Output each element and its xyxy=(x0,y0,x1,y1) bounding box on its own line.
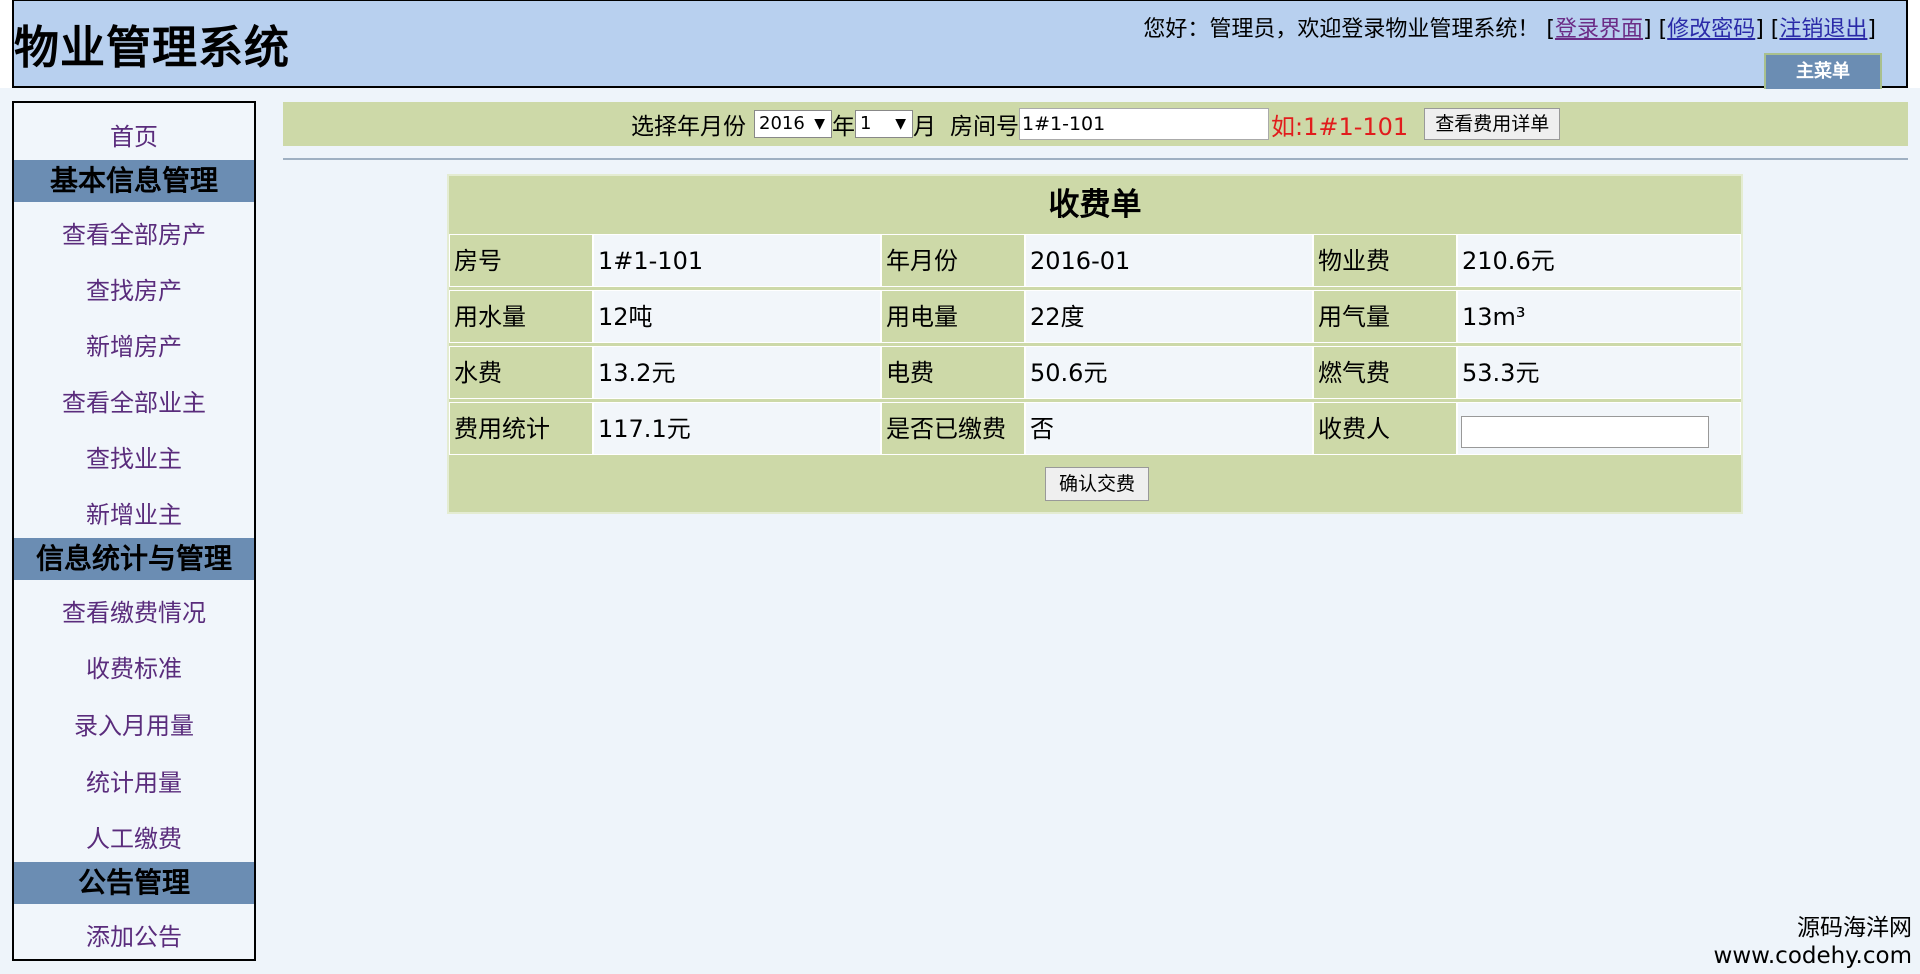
sidebar-item-all-owners[interactable]: 查看全部业主 xyxy=(14,383,254,418)
change-password-link[interactable]: 修改密码 xyxy=(1667,17,1755,42)
bill-label: 用气量 xyxy=(1313,290,1457,343)
sidebar-section-basic-info: 基本信息管理 xyxy=(14,160,254,202)
view-fee-details-button[interactable]: 查看费用详单 xyxy=(1424,108,1561,140)
room-number-input[interactable]: 1#1-101 xyxy=(1019,108,1269,140)
welcome-line: 您好：管理员，欢迎登录物业管理系统！ [登录界面] [修改密码] [注销退出] xyxy=(1143,17,1876,42)
bill-value: 53.3元 xyxy=(1457,346,1741,399)
logout-link[interactable]: 注销退出 xyxy=(1779,17,1867,42)
bill-label: 电费 xyxy=(881,346,1025,399)
sidebar: 首页 基本信息管理 查看全部房产 查找房产 新增房产 查看全部业主 查找业主 新… xyxy=(12,101,256,961)
bill-label: 燃气费 xyxy=(1313,346,1457,399)
sidebar-item-home[interactable]: 首页 xyxy=(14,117,254,152)
watermark-line2: www.codehy.com xyxy=(1713,943,1912,969)
bill-label: 水费 xyxy=(449,346,593,399)
divider xyxy=(283,158,1908,160)
bill-label: 房号 xyxy=(449,234,593,287)
welcome-text: 您好：管理员，欢迎登录物业管理系统！ xyxy=(1143,17,1540,42)
bill-title: 收费单 xyxy=(1048,187,1142,223)
bill-value: 22度 xyxy=(1025,290,1313,343)
bill-value: 13.2元 xyxy=(593,346,881,399)
dropdown-arrow-icon: ▼ xyxy=(814,116,825,132)
sidebar-item-add-owner[interactable]: 新增业主 xyxy=(14,495,254,530)
sidebar-section-notices: 公告管理 xyxy=(14,862,254,904)
app-title: 物业管理系统 xyxy=(14,21,291,74)
bill-value: 2016-01 xyxy=(1025,234,1313,287)
bill-value: 12吨 xyxy=(593,290,881,343)
confirm-payment-button[interactable]: 确认交费 xyxy=(1045,467,1149,501)
watermark: 源码海洋网 www.codehy.com xyxy=(1714,914,1912,970)
sidebar-item-add-property[interactable]: 新增房产 xyxy=(14,327,254,362)
bill-table: 收费单 房号 1#1-101 年月份 2016-01 物业费 210.6元 用水… xyxy=(447,174,1743,514)
bill-label: 是否已缴费 xyxy=(881,402,1025,455)
year-select[interactable]: 2016 ▼ xyxy=(754,110,832,138)
bill-label: 费用统计 xyxy=(449,402,593,455)
bill-value: 13m³ xyxy=(1457,290,1741,343)
month-select-label: 选择年月份 xyxy=(631,114,746,140)
login-page-link[interactable]: 登录界面 xyxy=(1555,17,1643,42)
month-select[interactable]: 1 ▼ xyxy=(855,110,913,138)
bill-value: 1#1-101 xyxy=(593,234,881,287)
main-menu-tab[interactable]: 主菜单 xyxy=(1764,53,1882,89)
room-example-hint: 如:1#1-101 xyxy=(1271,112,1409,141)
bill-label: 物业费 xyxy=(1313,234,1457,287)
sidebar-item-payment-status[interactable]: 查看缴费情况 xyxy=(14,593,254,628)
bill-label: 用电量 xyxy=(881,290,1025,343)
bill-label: 用水量 xyxy=(449,290,593,343)
payer-input[interactable] xyxy=(1461,416,1709,448)
year-suffix: 年 xyxy=(832,114,855,140)
bill-value: 210.6元 xyxy=(1457,234,1741,287)
header-bar: 物业管理系统 您好：管理员，欢迎登录物业管理系统！ [登录界面] [修改密码] … xyxy=(12,0,1908,89)
sidebar-item-find-owner[interactable]: 查找业主 xyxy=(14,439,254,474)
sidebar-item-fee-standard[interactable]: 收费标准 xyxy=(14,649,254,684)
sidebar-item-enter-usage[interactable]: 录入月用量 xyxy=(14,706,254,741)
watermark-line1: 源码海洋网 xyxy=(1797,915,1912,941)
bill-value: 50.6元 xyxy=(1025,346,1313,399)
bill-label: 年月份 xyxy=(881,234,1025,287)
sidebar-section-statistics: 信息统计与管理 xyxy=(14,538,254,580)
sidebar-item-add-notice[interactable]: 添加公告 xyxy=(14,917,254,952)
dropdown-arrow-icon: ▼ xyxy=(895,116,906,132)
sidebar-item-usage-stats[interactable]: 统计用量 xyxy=(14,763,254,798)
sidebar-item-all-properties[interactable]: 查看全部房产 xyxy=(14,215,254,250)
bill-label: 收费人 xyxy=(1313,402,1457,455)
search-bar: 选择年月份 2016 ▼ 年 1 ▼ 月 房间号 1#1-101 如:1#1-1… xyxy=(283,102,1908,146)
bill-value: 117.1元 xyxy=(593,402,881,455)
sidebar-item-manual-payment[interactable]: 人工缴费 xyxy=(14,819,254,854)
month-suffix: 月 xyxy=(913,114,936,140)
room-label: 房间号 xyxy=(950,114,1019,140)
sidebar-item-find-property[interactable]: 查找房产 xyxy=(14,271,254,306)
bill-value: 否 xyxy=(1025,402,1313,455)
